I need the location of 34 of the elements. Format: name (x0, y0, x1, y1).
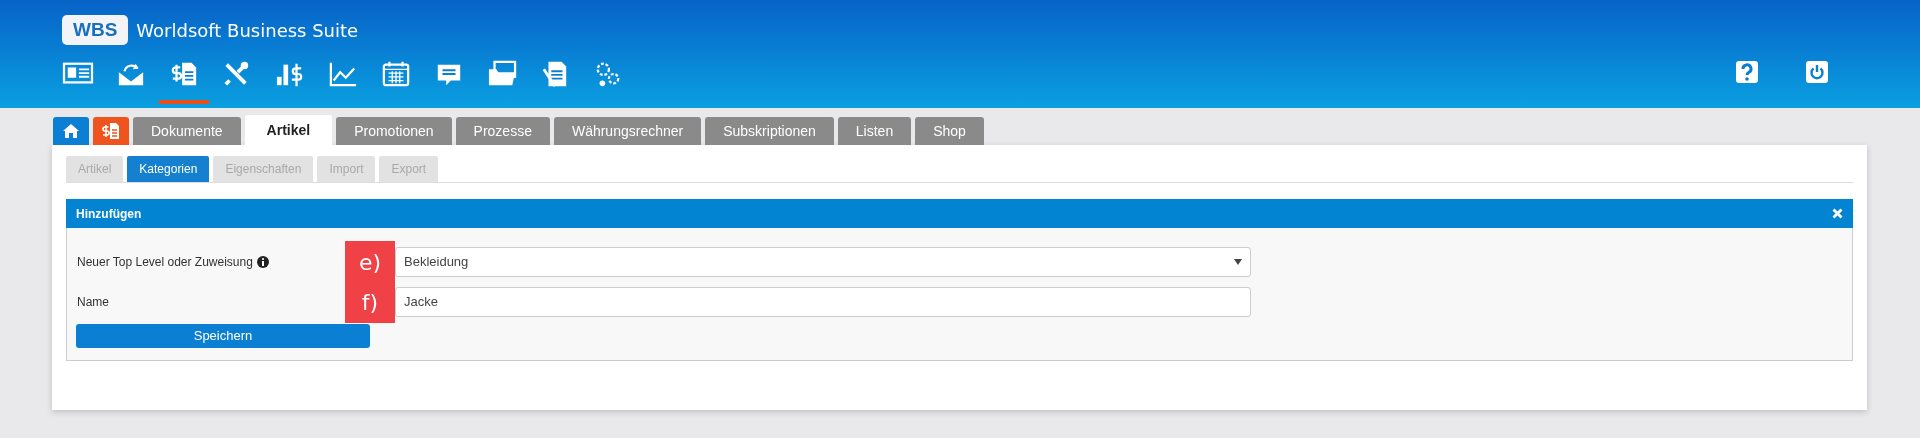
power-icon[interactable] (1806, 61, 1828, 83)
callout-marker: f) (345, 281, 395, 323)
tab[interactable]: Währungsrechner (553, 117, 702, 145)
home-icon (62, 123, 80, 139)
save-button[interactable]: Speichern (76, 324, 370, 348)
tab[interactable]: Promotionen (336, 117, 452, 145)
home-tab[interactable] (53, 117, 89, 145)
app-title: Worldsoft Business Suite (136, 18, 359, 43)
tab[interactable]: Prozesse (455, 117, 550, 145)
image-folder-icon[interactable] (486, 60, 518, 88)
sub-tab[interactable]: Export (379, 156, 439, 182)
tab[interactable]: Dokumente (133, 117, 241, 145)
document-tab[interactable] (93, 117, 129, 145)
sub-tab[interactable]: Eigenschaften (213, 156, 314, 182)
tab[interactable]: Subskriptionen (705, 117, 834, 145)
sub-tab[interactable]: Kategorien (127, 156, 210, 182)
tab[interactable]: Listen (837, 117, 912, 145)
sub-tab[interactable]: Artikel (66, 156, 124, 182)
close-icon[interactable] (1832, 208, 1843, 219)
line-chart-icon[interactable] (327, 60, 359, 88)
callout-marker: e) (345, 241, 395, 283)
field-label: Neuer Top Level oder Zuweisung (77, 254, 253, 271)
dropdown-caret-icon (1234, 259, 1242, 265)
panel-title: Hinzufügen (76, 205, 142, 223)
tab[interactable]: Shop (915, 117, 984, 145)
invoice-icon (101, 121, 121, 141)
tab[interactable]: Artikel (244, 115, 333, 145)
field-label: Name (77, 294, 109, 311)
name-field[interactable]: Jacke (395, 287, 1251, 317)
help-icon[interactable] (1736, 61, 1758, 83)
logo: WBS (62, 15, 129, 45)
calendar-icon[interactable] (380, 60, 412, 88)
info-icon[interactable] (256, 256, 269, 268)
category-select[interactable]: Bekleidung (395, 247, 1251, 277)
